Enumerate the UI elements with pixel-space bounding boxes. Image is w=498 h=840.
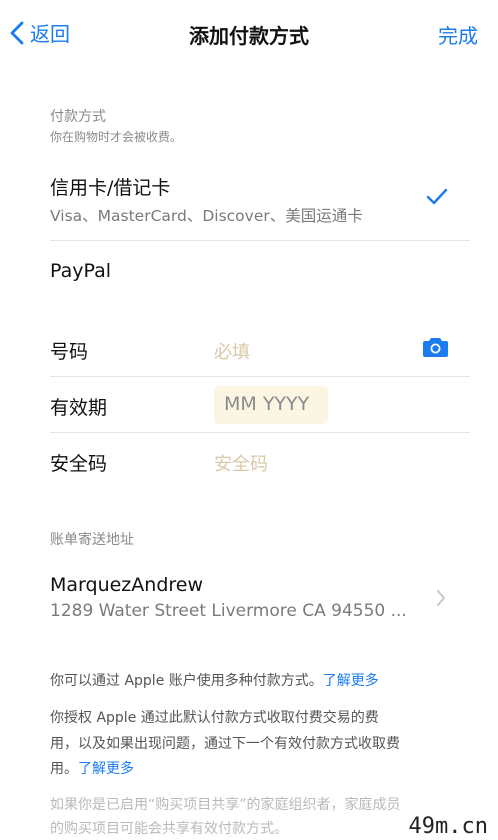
payment-option-paypal[interactable]: PayPal (50, 260, 111, 282)
billing-section-label: 账单寄送地址 (50, 532, 134, 548)
billing-address: 1289 Water Street Livermore CA 94550 ... (50, 601, 407, 621)
note-family-line2: 的购买项目可能会共享有效付款方式。 (50, 821, 288, 837)
camera-icon[interactable] (422, 336, 449, 358)
payment-option-card-title: 信用卡/借记卡 (50, 177, 171, 199)
cvv-label: 安全码 (50, 453, 108, 475)
learn-more-link[interactable]: 了解更多 (323, 673, 379, 689)
note-authorize-line1: 你授权 Apple 通过此默认付款方式收取付费交易的费 (50, 710, 379, 726)
note-multiple-payment: 你可以通过 Apple 账户使用多种付款方式。了解更多 (50, 670, 379, 690)
note-text: 用。 (50, 761, 78, 777)
note-text: 你可以通过 Apple 账户使用多种付款方式。 (50, 673, 323, 689)
divider (50, 376, 470, 377)
divider (50, 432, 470, 433)
cvv-input[interactable]: 安全码 (214, 450, 268, 476)
billing-name: MarquezAndrew (50, 574, 204, 596)
page-title: 添加付款方式 (189, 24, 309, 48)
card-number-input[interactable]: 必填 (214, 338, 250, 364)
chevron-right-icon (437, 590, 445, 606)
note-authorize-line2: 用，以及如果出现问题，通过下一个有效付款方式收取费 (50, 736, 400, 752)
payment-method-section-sub: 你在购物时才会被收费。 (50, 130, 183, 144)
divider (50, 240, 470, 241)
note-family-line1: 如果你是已启用“购买项目共享”的家庭组织者，家庭成员 (50, 797, 401, 813)
learn-more-link[interactable]: 了解更多 (78, 761, 134, 777)
done-button[interactable]: 完成 (438, 20, 478, 49)
expiry-placeholder: MM YYYY (224, 393, 310, 415)
payment-option-card-sub: Visa、MasterCard、Discover、美国运通卡 (50, 207, 363, 225)
note-authorize-line3: 用。了解更多 (50, 758, 134, 778)
card-number-label: 号码 (50, 341, 89, 363)
payment-method-section-label: 付款方式 (50, 109, 106, 125)
checkmark-icon (426, 188, 448, 205)
expiry-label: 有效期 (50, 397, 108, 419)
watermark: 49m.cn (408, 814, 488, 839)
